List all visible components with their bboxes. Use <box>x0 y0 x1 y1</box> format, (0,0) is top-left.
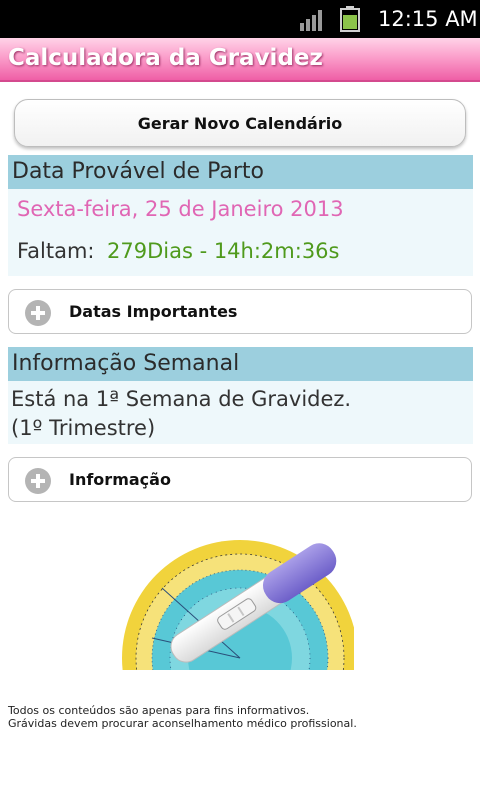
important-dates-label: Datas Importantes <box>69 302 238 321</box>
weekly-info-line2: (1º Trimestre) <box>11 416 156 440</box>
disclaimer-line1: Todos os conteúdos são apenas para fins … <box>8 704 310 717</box>
remaining-label: Faltam: <box>17 239 95 263</box>
app-title-bar: Calculadora da Gravidez <box>0 38 480 82</box>
battery-icon <box>340 6 360 32</box>
status-time: 12:15 AM <box>378 7 478 31</box>
expand-plus-icon <box>25 300 51 326</box>
generate-calendar-label: Gerar Novo Calendário <box>137 113 343 133</box>
due-date-text: Sexta-feira, 25 de Janeiro 2013 <box>17 197 344 221</box>
weekly-info-header: Informação Semanal <box>8 347 473 381</box>
information-row[interactable]: Informação <box>8 457 472 502</box>
weekly-info-line1: Está na 1ª Semana de Gravidez. <box>11 387 352 411</box>
important-dates-row[interactable]: Datas Importantes <box>8 289 472 334</box>
disclaimer: Todos os conteúdos são apenas para fins … <box>8 704 357 730</box>
disclaimer-line2: Grávidas devem procurar aconselhamento m… <box>8 717 357 730</box>
generate-calendar-button[interactable]: Gerar Novo Calendário <box>14 99 466 147</box>
status-bar: 12:15 AM <box>0 0 480 38</box>
expand-plus-icon <box>25 468 51 494</box>
information-label: Informação <box>69 470 171 489</box>
app-title: Calculadora da Gravidez <box>8 45 323 71</box>
due-date-header: Data Provável de Parto <box>8 155 473 189</box>
weekly-info-panel: Está na 1ª Semana de Gravidez. (1º Trime… <box>8 381 473 444</box>
signal-bars-icon <box>300 10 322 31</box>
remaining-value: 279Dias - 14h:2m:36s <box>107 239 340 263</box>
due-date-panel: Sexta-feira, 25 de Janeiro 2013 Faltam: … <box>8 189 473 276</box>
pregnancy-test-calendar-wheel-image <box>122 540 354 670</box>
